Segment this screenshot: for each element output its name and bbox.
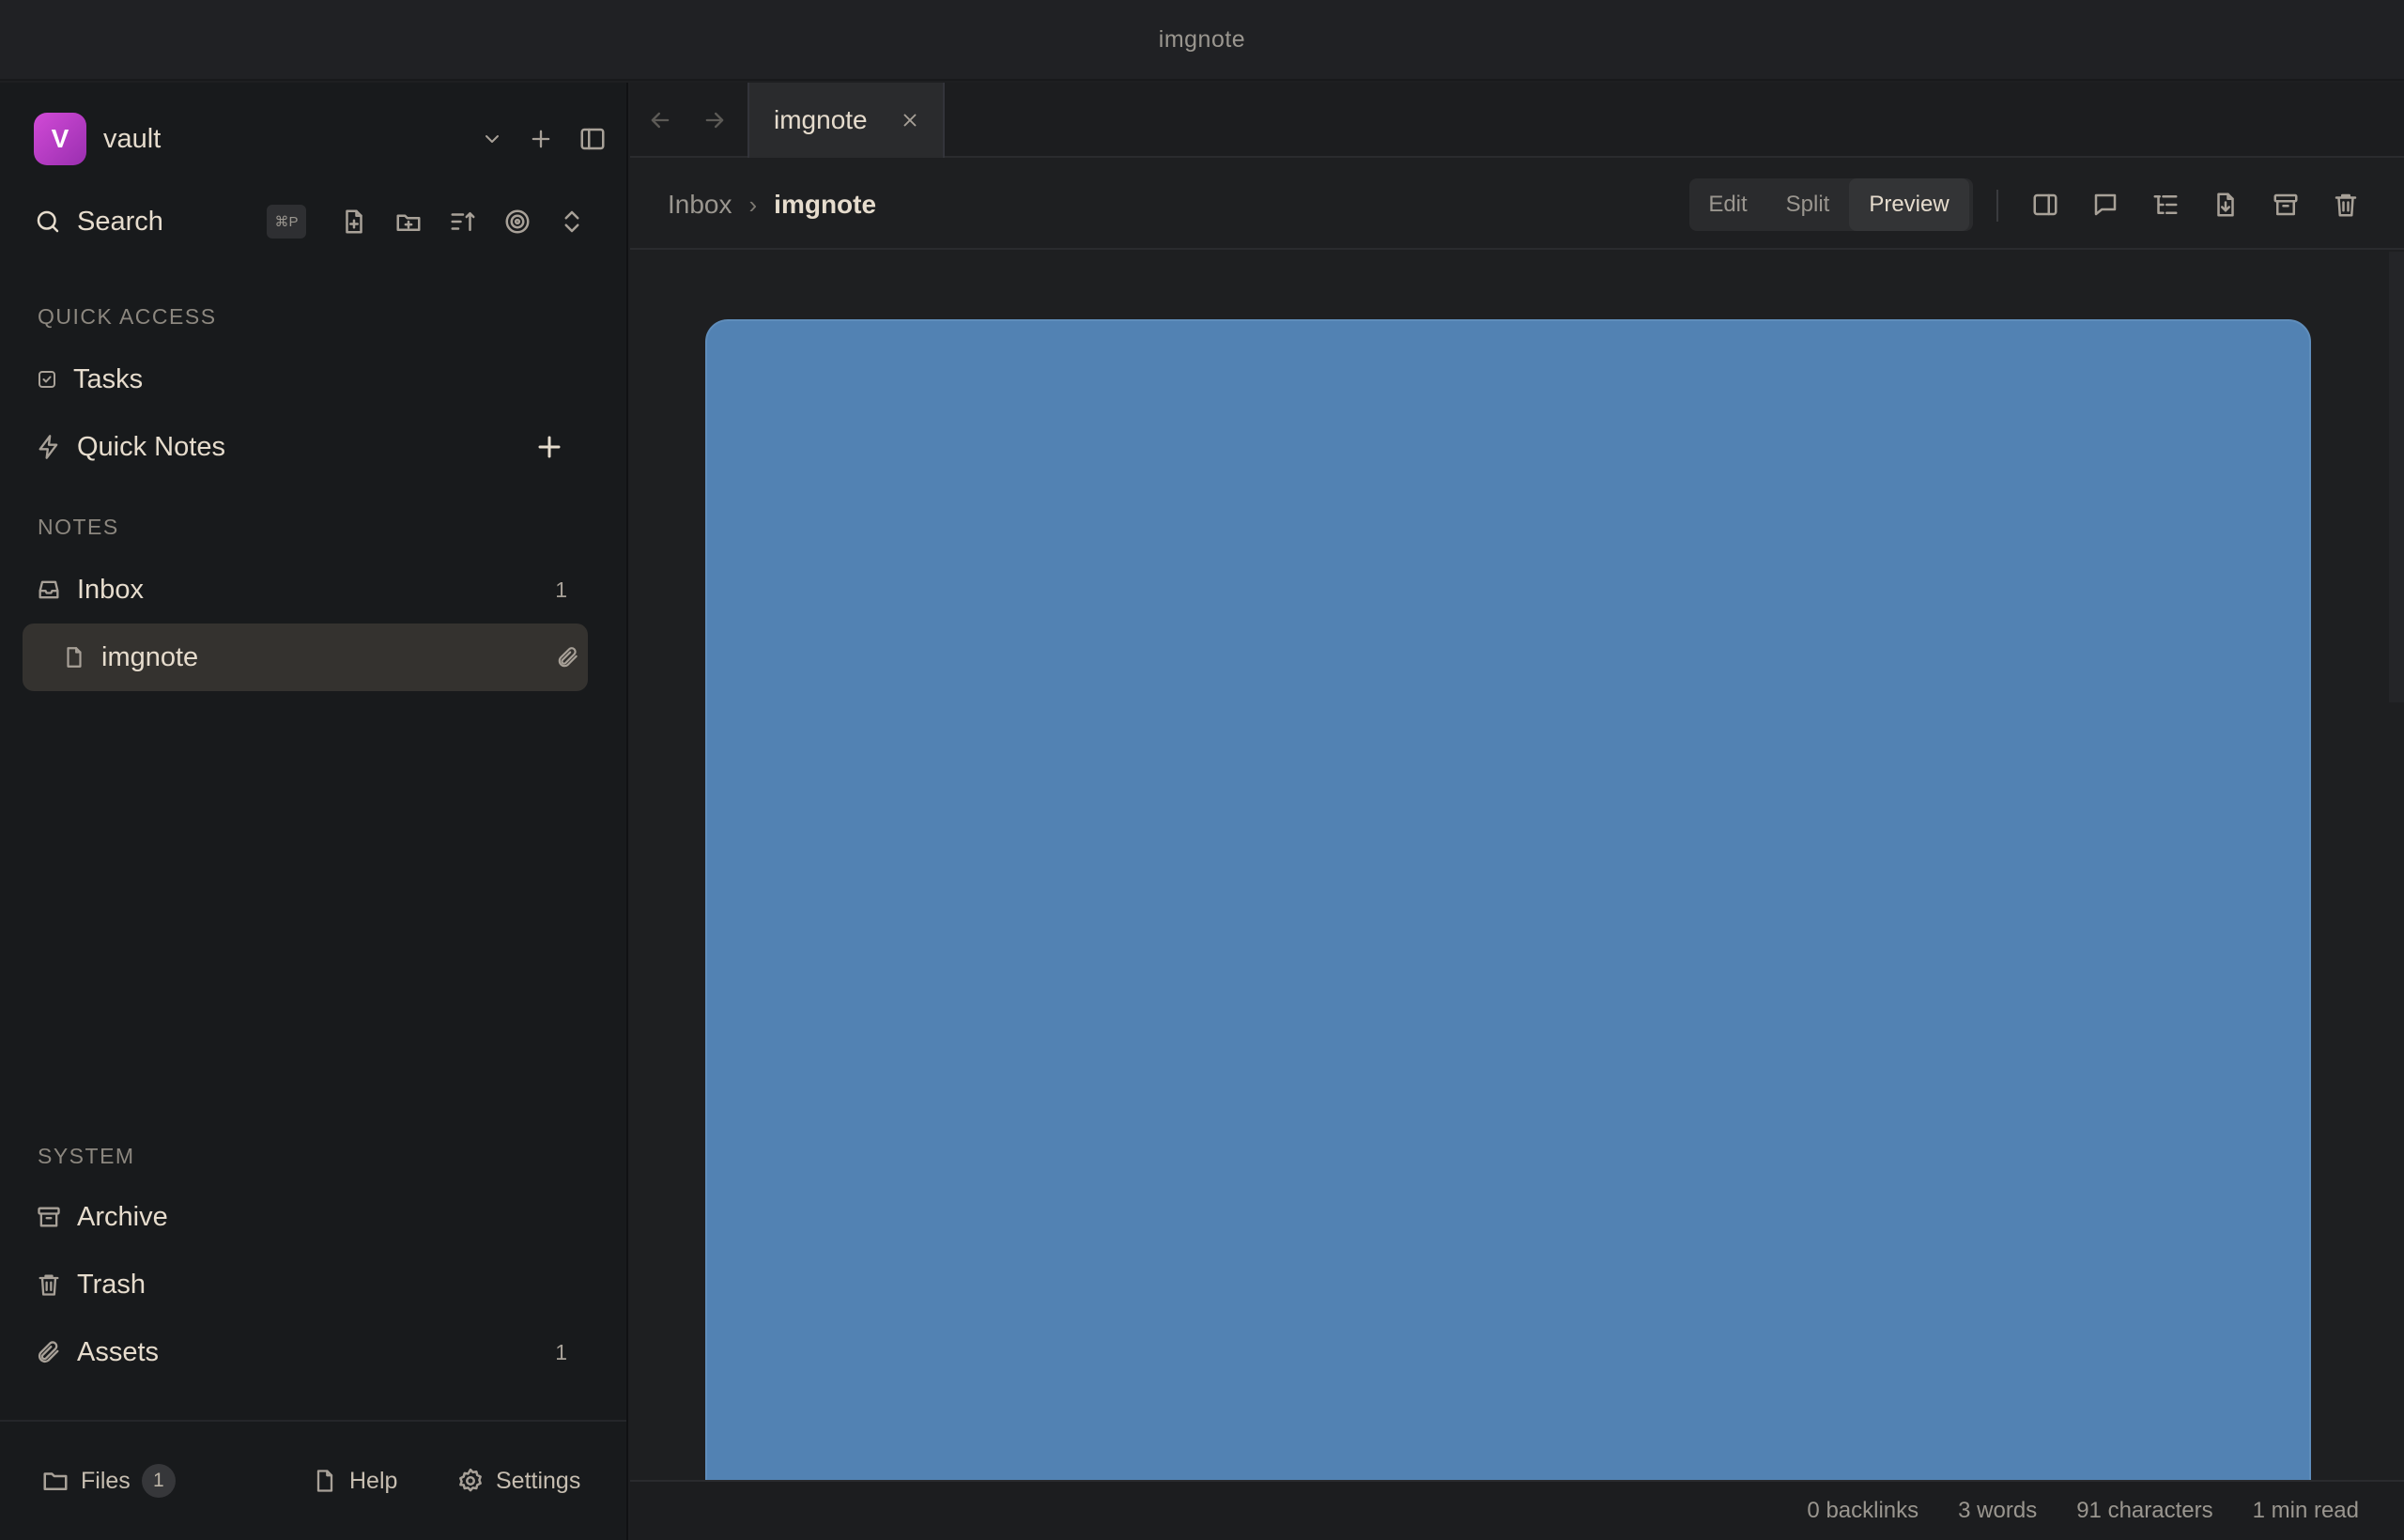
add-quick-note-icon[interactable] [535,433,563,461]
folder-icon [41,1467,69,1495]
sort-icon[interactable] [449,208,477,236]
breadcrumb: Inbox › imgnote [668,160,876,250]
toolbar-divider [1996,190,1998,222]
forward-arrow-icon[interactable] [701,107,728,133]
view-mode-switcher: Edit Split Preview [1689,178,1973,231]
embedded-image[interactable] [705,319,2311,1540]
note-actions [2031,160,2360,250]
sidebar-item-label: Tasks [73,363,144,394]
help-button[interactable]: Help [312,1468,397,1495]
search-shortcut-badge: ⌘P [267,205,306,239]
checkbox-icon [36,368,58,391]
tab-imgnote[interactable]: imgnote [747,83,945,158]
sidebar-item-label: Assets [77,1336,160,1367]
sidebar-item-assets[interactable]: Assets 1 [23,1321,588,1383]
search-button[interactable]: Search ⌘P [34,193,607,250]
comment-icon[interactable] [2091,191,2119,219]
backlinks-count[interactable]: 0 backlinks [1807,1498,1919,1524]
edit-mode-button[interactable]: Edit [1689,178,1766,231]
breadcrumb-separator: › [748,190,758,219]
editor-toolbar: Inbox › imgnote Edit Split Preview [630,160,2404,250]
settings-button[interactable]: Settings [456,1467,580,1495]
breadcrumb-parent[interactable]: Inbox [668,190,732,220]
note-preview [630,252,2404,1540]
paperclip-icon [36,1339,62,1365]
sidebar-item-label: Quick Notes [77,431,225,462]
chevron-down-icon[interactable] [481,128,503,150]
right-panel-icon[interactable] [2031,191,2059,219]
back-arrow-icon[interactable] [647,107,673,133]
outline-icon[interactable] [2151,191,2180,219]
trash-icon[interactable] [2332,191,2360,219]
title-bar: imgnote [0,0,2404,81]
scrollbar[interactable] [2389,252,2404,702]
vault-switcher[interactable]: V vault [34,111,607,167]
search-icon [34,208,62,236]
document-icon [312,1468,338,1494]
inbox-icon [36,577,62,603]
expand-collapse-icon[interactable] [558,208,586,236]
read-time: 1 min read [2252,1498,2359,1523]
sidebar-item-label: Archive [77,1201,168,1232]
sidebar-footer: Files 1 Help Settings [0,1420,626,1540]
sidebar-tools [340,193,586,250]
sidebar-item-archive[interactable]: Archive [23,1186,588,1248]
main-panel: imgnote Inbox › imgnote Edit Split Previ… [630,83,2404,1540]
trash-icon [36,1271,62,1298]
search-label: Search [77,206,163,237]
inbox-count: 1 [555,577,567,602]
quick-access-heading: QUICK ACCESS [38,304,217,329]
word-count: 3 words [1958,1498,2038,1523]
new-note-icon[interactable] [340,208,368,236]
note-item-label: imgnote [101,641,199,672]
archive-icon [36,1204,62,1230]
assets-count: 1 [555,1339,567,1364]
files-count-badge: 1 [141,1464,176,1498]
file-icon [62,645,86,670]
sidebar-item-tasks[interactable]: Tasks [23,348,588,410]
preview-mode-button[interactable]: Preview [1849,178,1969,231]
split-mode-button[interactable]: Split [1766,178,1849,231]
app-window: imgnote V vault Search ⌘P QUICK ACCESS T… [0,0,2404,1540]
files-label: Files [81,1467,131,1494]
window-title: imgnote [1158,25,1246,53]
sidebar-item-label: Trash [77,1269,146,1300]
help-label: Help [349,1467,398,1494]
system-heading: SYSTEM [38,1144,135,1168]
files-button[interactable]: Files 1 [41,1464,176,1498]
settings-label: Settings [496,1467,581,1494]
archive-icon[interactable] [2272,191,2300,219]
close-icon[interactable] [900,110,920,131]
lightning-icon [36,434,62,460]
sidebar-item-inbox[interactable]: Inbox 1 [23,559,588,621]
sidebar-item-quick-notes[interactable]: Quick Notes [23,416,588,478]
vault-name[interactable]: vault [103,124,161,155]
vault-avatar[interactable]: V [34,113,86,165]
tab-label: imgnote [774,105,868,134]
notes-heading: NOTES [38,515,119,539]
sidebar-item-trash[interactable]: Trash [23,1254,588,1316]
add-icon[interactable] [528,126,554,152]
character-count: 91 characters [2076,1498,2213,1523]
tab-bar: imgnote [630,83,2404,158]
export-icon[interactable] [2211,191,2240,219]
note-item-imgnote[interactable]: imgnote [23,624,588,691]
breadcrumb-current: imgnote [774,190,877,219]
history-nav [647,83,728,158]
toggle-sidebar-icon[interactable] [578,125,607,153]
vault-actions [481,111,607,167]
status-bar: 0 backlinks 3 words 91 characters 1 min … [630,1480,2404,1540]
target-icon[interactable] [503,208,532,236]
sidebar-item-label: Inbox [77,574,144,605]
gear-icon [456,1467,485,1495]
attachment-icon [556,645,580,670]
new-folder-icon[interactable] [394,208,423,236]
sidebar: V vault Search ⌘P QUICK ACCESS Tasks Qui… [0,83,628,1540]
